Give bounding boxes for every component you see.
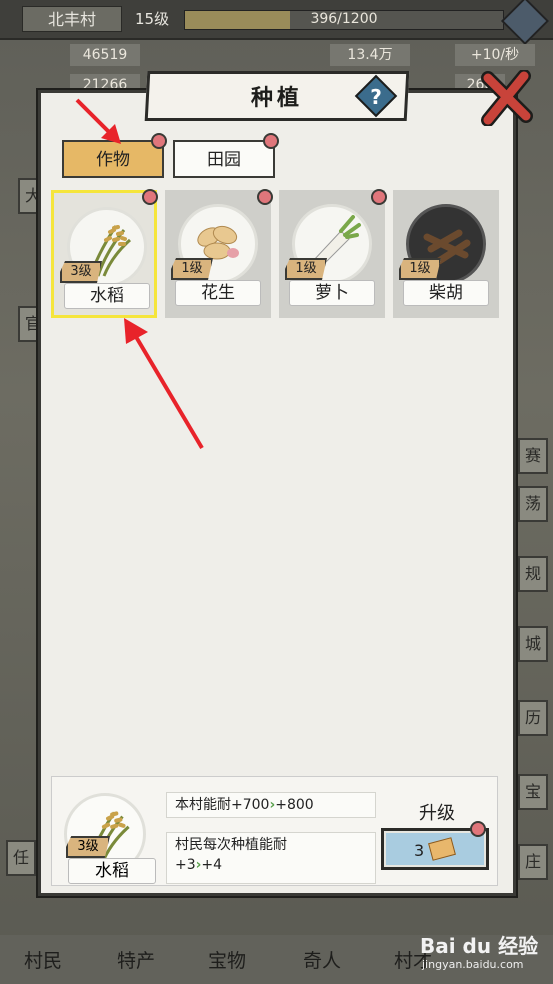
crop-notify-dot [257, 189, 273, 205]
crop-level-badge: 1级 [285, 258, 327, 280]
resource-right-1: 13.4万 [330, 44, 410, 66]
nav-specialties[interactable]: 特产 [117, 946, 155, 973]
stat2-current: +3 [175, 857, 196, 873]
side-button-8[interactable]: 庄 [518, 844, 548, 880]
side-button-9[interactable]: 任 [6, 840, 36, 876]
resource-right-2: +10/秒 [455, 44, 535, 66]
village-name[interactable]: 北丰村 [22, 6, 122, 32]
upgrade-cost: 3 [414, 841, 425, 860]
stat2-label: 村民每次种植能耐 [175, 837, 287, 853]
tab-crops-notify-dot [151, 133, 167, 149]
detail-crop-name: 水稻 [68, 858, 156, 884]
side-button-5[interactable]: 城 [518, 626, 548, 662]
side-button-4[interactable]: 规 [518, 556, 548, 592]
crop-name: 水稻 [64, 283, 150, 309]
crop-level-badge: 3级 [60, 261, 102, 283]
annotation-arrow-tab [75, 98, 121, 144]
crop-card-peanut[interactable]: 1级 花生 [165, 190, 271, 318]
crop-card-bupleurum[interactable]: 1级 柴胡 [393, 190, 499, 318]
resource-left-1: 46519 [70, 44, 140, 66]
upgrade-notify-dot [470, 821, 486, 837]
tab-fields[interactable]: 田园 [173, 140, 275, 178]
crop-name: 花生 [175, 280, 261, 306]
crop-card-rice[interactable]: 3级 水稻 [51, 190, 157, 318]
side-button-7[interactable]: 宝 [518, 774, 548, 810]
watermark-url: jingyan.baidu.com [422, 958, 524, 971]
nav-treasures[interactable]: 宝物 [208, 946, 246, 973]
side-button-2[interactable]: 赛 [518, 438, 548, 474]
crop-name: 萝卜 [289, 280, 375, 306]
village-ability-stat: 本村能耐+700›+800 [166, 792, 376, 818]
crop-level-badge: 1级 [399, 258, 441, 280]
nav-strangers[interactable]: 奇人 [303, 946, 341, 973]
crop-notify-dot [371, 189, 387, 205]
detail-level-badge: 3级 [66, 836, 110, 858]
village-level: 15级 [135, 10, 170, 28]
stat1-next: +800 [275, 797, 314, 813]
tab-fields-notify-dot [263, 133, 279, 149]
crop-notify-dot [142, 189, 158, 205]
stat1-current: 本村能耐+700 [175, 797, 270, 813]
xp-text: 396/1200 [310, 11, 378, 27]
ticket-icon [428, 837, 456, 861]
crop-name: 柴胡 [403, 280, 489, 306]
planting-ability-stat: 村民每次种植能耐 +3›+4 [166, 832, 376, 884]
nav-villagers[interactable]: 村民 [24, 946, 62, 973]
crop-card-radish[interactable]: 1级 萝卜 [279, 190, 385, 318]
side-button-6[interactable]: 历 [518, 700, 548, 736]
close-icon[interactable] [478, 70, 534, 126]
annotation-arrow-rice [124, 318, 204, 450]
help-icon-glyph[interactable]: ? [361, 82, 391, 112]
crop-level-badge: 1级 [171, 258, 213, 280]
stat2-next: +4 [201, 857, 223, 873]
watermark-brand: Bai du 经验 [420, 934, 539, 958]
side-button-3[interactable]: 荡 [518, 486, 548, 522]
